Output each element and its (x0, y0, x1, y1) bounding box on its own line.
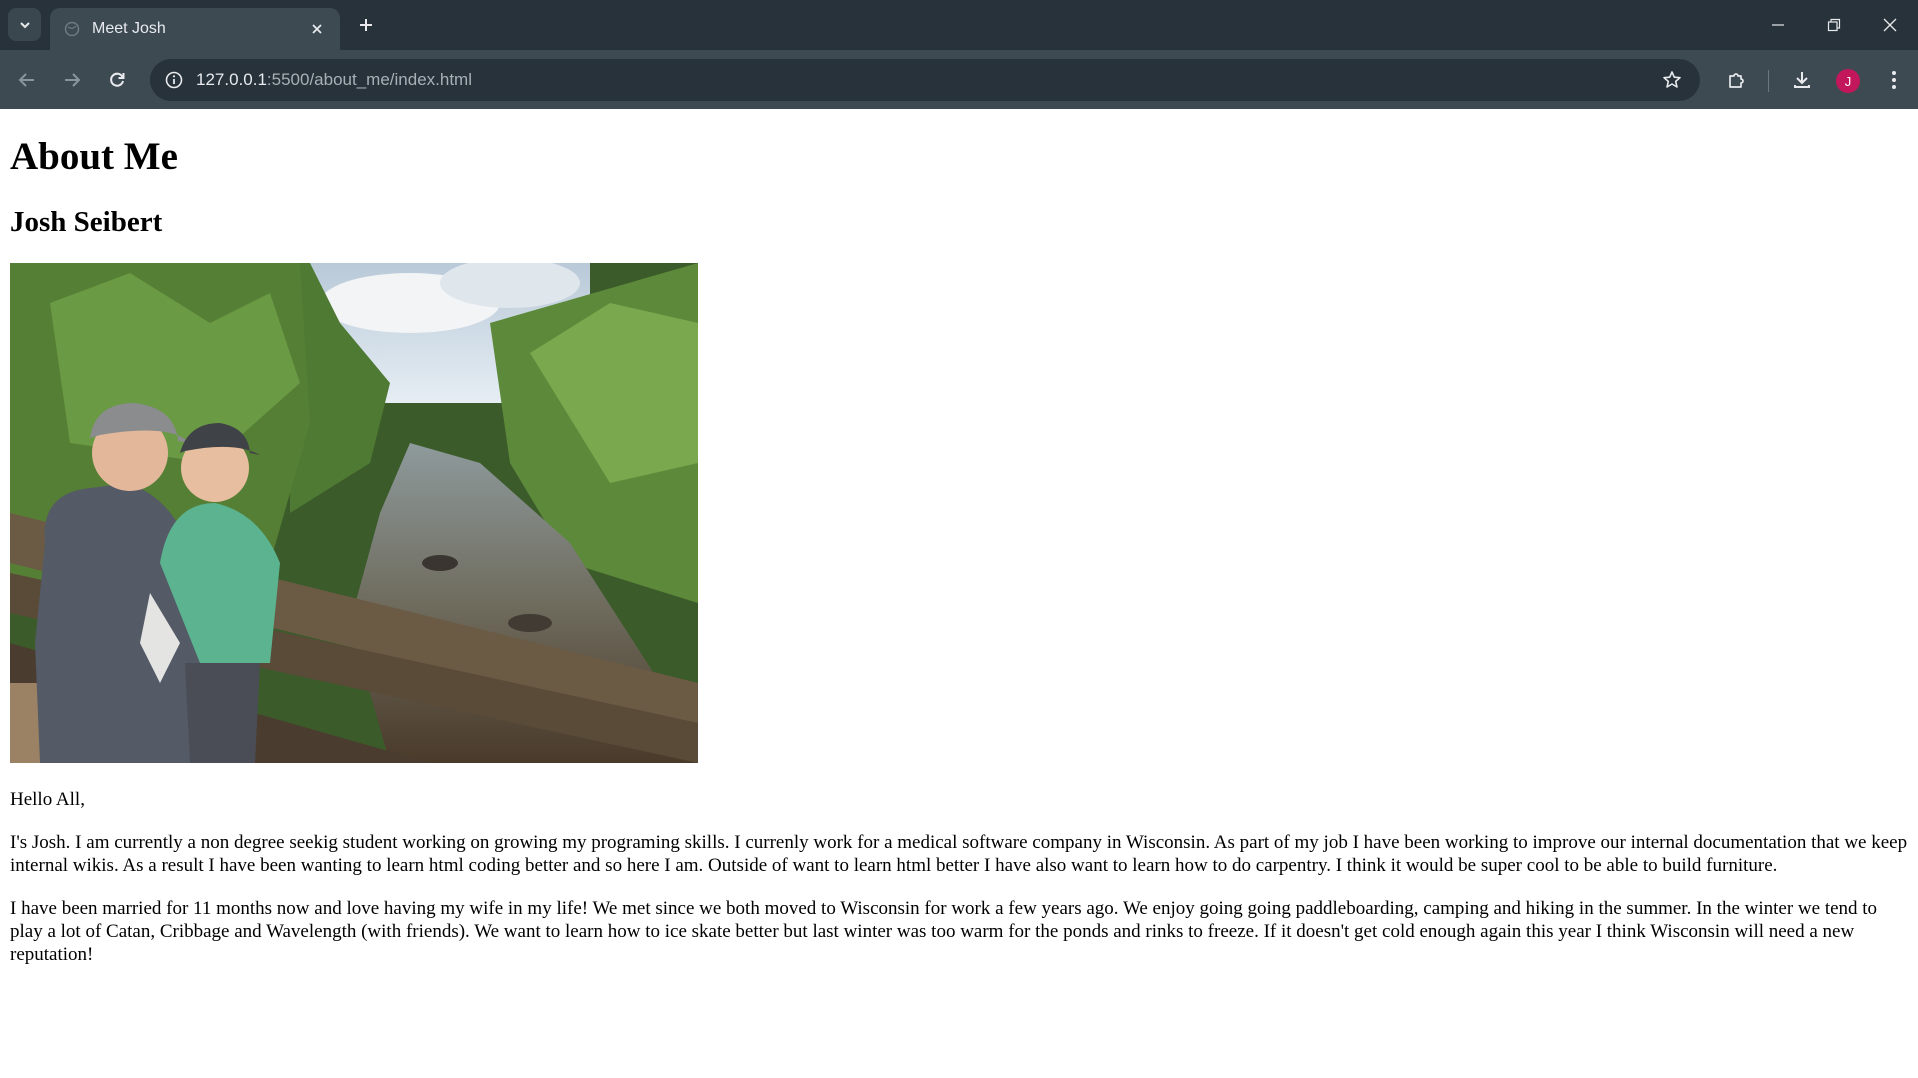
tab-search-button[interactable] (8, 8, 41, 41)
profile-avatar[interactable]: J (1836, 69, 1860, 93)
extensions-button[interactable] (1719, 62, 1755, 98)
plus-icon (360, 19, 372, 31)
tab-meet-josh[interactable]: Meet Josh (50, 8, 340, 50)
restore-icon (1827, 18, 1841, 32)
couple-river-photo (10, 263, 698, 764)
downloads-button[interactable] (1784, 62, 1820, 98)
close-window-button[interactable] (1862, 0, 1918, 50)
restore-button[interactable] (1806, 0, 1862, 50)
greeting-text: Hello All, (10, 789, 85, 811)
tab-strip: Meet Josh (0, 0, 1918, 50)
reload-button[interactable] (99, 62, 135, 98)
bookmark-button[interactable] (1654, 62, 1690, 98)
star-icon (1663, 71, 1681, 88)
page-subtitle: Josh Seibert (10, 205, 163, 238)
url-host: 127.0.0.1 (196, 70, 267, 89)
forward-icon (65, 73, 81, 87)
download-icon (1794, 72, 1810, 88)
url-path: :5500/about_me/index.html (266, 70, 472, 89)
extensions-icon (1729, 73, 1744, 88)
minimize-button[interactable] (1750, 0, 1806, 50)
close-icon (312, 24, 322, 34)
tab-title: Meet Josh (92, 20, 166, 37)
menu-button[interactable] (1876, 62, 1912, 98)
profile-photo (10, 263, 698, 764)
intro-paragraph: I's Josh. I am currently a non degree se… (10, 832, 1908, 877)
toolbar-divider (1768, 70, 1769, 92)
browser-toolbar: 127.0.0.1:5500/about_me/index.html J (0, 50, 1918, 109)
back-button[interactable] (9, 62, 45, 98)
forward-button[interactable] (54, 62, 90, 98)
minimize-icon (1772, 24, 1784, 26)
info-icon (165, 71, 183, 89)
page-content: About Me Josh Seibert Hello All, I's Jos… (0, 135, 1918, 966)
reload-icon (110, 72, 125, 87)
chevron-down-icon (19, 21, 30, 28)
back-icon (18, 73, 34, 87)
url-text[interactable]: 127.0.0.1:5500/about_me/index.html (196, 70, 1654, 90)
close-icon (1883, 18, 1897, 32)
more-vert-icon (1892, 71, 1896, 89)
globe-icon (64, 21, 80, 37)
page-title: About Me (10, 135, 178, 178)
family-paragraph: I have been married for 11 months now an… (10, 898, 1878, 966)
address-bar[interactable]: 127.0.0.1:5500/about_me/index.html (150, 59, 1700, 101)
new-tab-button[interactable] (351, 10, 381, 40)
close-tab-button[interactable] (304, 16, 330, 42)
site-info-button[interactable] (162, 68, 186, 92)
